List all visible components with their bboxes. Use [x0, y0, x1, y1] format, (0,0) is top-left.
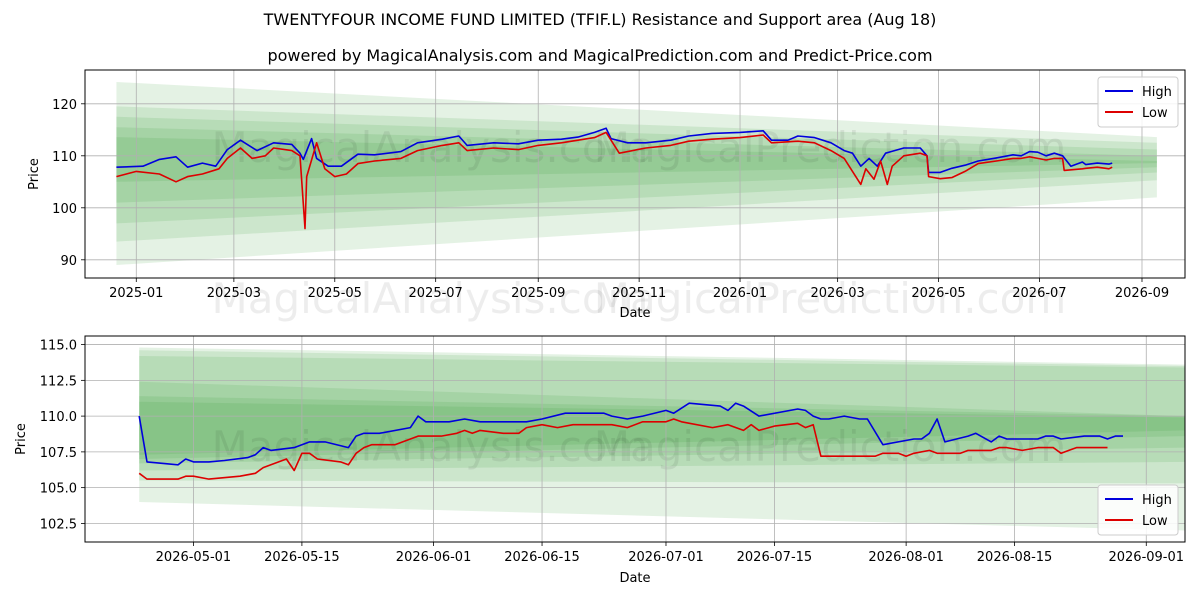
legend: High Low — [1097, 76, 1179, 128]
plots-svg: MagicalAnalysis.comMagicalPrediction.com… — [14, 69, 1186, 586]
x-tick-label: 2026-03 — [810, 286, 864, 301]
x-axis-label: Date — [619, 571, 650, 586]
x-tick-label: 2026-09-01 — [1108, 550, 1184, 565]
x-axis-label: Date — [619, 306, 650, 321]
y-tick-label: 120 — [52, 98, 77, 113]
legend: High Low — [1097, 484, 1179, 536]
y-tick-label: 110 — [52, 150, 77, 165]
x-tick-label: 2026-07 — [1012, 286, 1066, 301]
legend-label-low: Low — [1142, 106, 1168, 121]
x-tick-label: 2026-05-15 — [264, 550, 340, 565]
x-tick-label: 2025-03 — [207, 286, 261, 301]
x-tick-label: 2026-01 — [713, 286, 767, 301]
x-tick-label: 2025-01 — [109, 286, 163, 301]
watermark-analysis: MagicalAnalysis.com — [212, 422, 649, 471]
x-tick-label: 2026-08-01 — [868, 550, 944, 565]
chart-figure: TWENTYFOUR INCOME FUND LIMITED (TFIF.L) … — [0, 0, 1200, 600]
y-tick-label: 110.0 — [40, 410, 77, 425]
y-tick-label: 100 — [52, 202, 77, 217]
x-tick-label: 2025-11 — [612, 286, 666, 301]
x-tick-label: 2025-07 — [409, 286, 463, 301]
x-tick-label: 2026-06-15 — [504, 550, 580, 565]
x-tick-label: 2026-09 — [1115, 286, 1169, 301]
y-tick-label: 112.5 — [40, 374, 77, 389]
legend-label-high: High — [1142, 85, 1172, 100]
watermark-prediction: MagicalPrediction.com — [594, 123, 1067, 172]
y-tick-label: 107.5 — [40, 446, 77, 461]
x-tick-label: 2026-07-01 — [628, 550, 704, 565]
chart-panel-1: MagicalAnalysis.comMagicalPrediction.com… — [27, 69, 1186, 323]
y-tick-label: 102.5 — [40, 517, 77, 532]
y-tick-label: 105.0 — [40, 482, 77, 497]
x-tick-label: 2026-08-15 — [977, 550, 1053, 565]
watermark-prediction: MagicalPrediction.com — [594, 422, 1067, 471]
x-tick-label: 2025-05 — [308, 286, 362, 301]
legend-label-low: Low — [1142, 514, 1168, 529]
support-resistance-bands — [116, 81, 1157, 266]
y-axis-label: Price — [14, 423, 29, 455]
x-tick-label: 2026-07-15 — [737, 550, 813, 565]
x-tick-label: 2026-05 — [911, 286, 965, 301]
chart-panel-2: MagicalAnalysis.comMagicalPrediction.com… — [14, 335, 1186, 586]
x-tick-label: 2025-09 — [511, 286, 565, 301]
y-axis-label: Price — [27, 158, 42, 190]
y-tick-label: 115.0 — [40, 339, 77, 354]
x-tick-label: 2026-06-01 — [396, 550, 472, 565]
legend-label-high: High — [1142, 493, 1172, 508]
x-tick-label: 2026-05-01 — [156, 550, 232, 565]
y-tick-label: 90 — [60, 254, 77, 269]
